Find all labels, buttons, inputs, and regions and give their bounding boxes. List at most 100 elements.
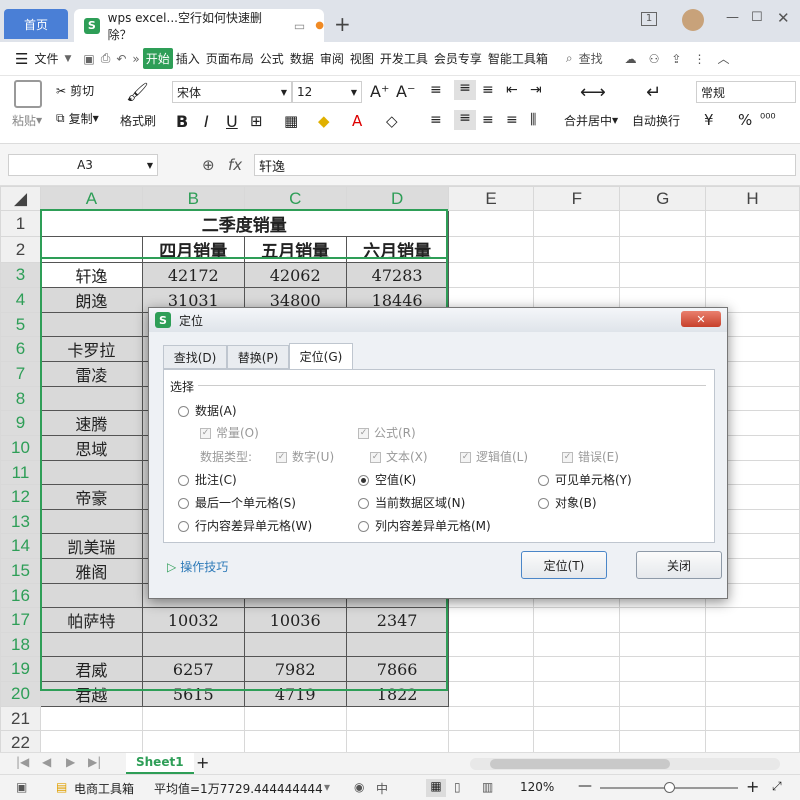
indent-icon[interactable]: ⇥ (530, 82, 542, 98)
row-header[interactable]: 2 (0, 236, 41, 263)
copy-button[interactable]: ⧉ 复制 ▼ (56, 110, 99, 127)
bold-icon[interactable]: B (176, 112, 188, 131)
input-method-icon[interactable]: 中 (376, 780, 388, 797)
undo-icon[interactable]: ↶ (113, 52, 129, 66)
eye-icon[interactable]: ◉ (354, 780, 364, 794)
font-color-icon[interactable]: A (352, 112, 362, 130)
sheet-tab-sheet1[interactable]: Sheet1 (126, 753, 194, 774)
check-formula[interactable]: ✓ 公式(R) (358, 424, 416, 441)
row-header[interactable]: 13 (0, 509, 41, 534)
zoom-icon[interactable]: ⊕ (202, 156, 215, 174)
name-cell[interactable] (39, 509, 143, 534)
name-cell[interactable] (39, 583, 143, 608)
menu-smart-tools[interactable]: 智能工具箱 (485, 50, 551, 67)
row-header[interactable]: 11 (0, 460, 41, 485)
align-center-icon[interactable]: ≡ (454, 110, 476, 130)
row-header[interactable]: 12 (0, 484, 41, 510)
name-cell[interactable] (39, 460, 143, 485)
value-cell[interactable]: 6257 (141, 656, 245, 682)
collapse-ribbon-icon[interactable]: ︿ (714, 50, 732, 67)
tab-replace[interactable]: 替换(P) (227, 345, 289, 369)
option-row-diff[interactable]: 行内容差异单元格(W) (178, 517, 312, 534)
cell[interactable] (39, 706, 143, 731)
option-comment[interactable]: 批注(C) (178, 471, 237, 488)
row-header[interactable]: 3 (0, 262, 41, 288)
goto-button[interactable]: 定位(T) (521, 551, 607, 579)
row-header[interactable]: 10 (0, 435, 41, 461)
cell[interactable] (447, 607, 535, 633)
header-cell[interactable]: 五月销量 (243, 236, 347, 263)
name-cell[interactable]: 卡罗拉 (39, 336, 143, 362)
header-cell[interactable]: 六月销量 (345, 236, 449, 263)
cell[interactable] (533, 262, 621, 288)
increase-font-icon[interactable]: A⁺ (370, 82, 389, 101)
cell[interactable] (705, 681, 800, 707)
header-cell[interactable]: 四月销量 (141, 236, 245, 263)
next-sheet-icon[interactable]: ▶ (66, 755, 75, 769)
column-header[interactable]: C (243, 186, 347, 211)
menu-dev-tools[interactable]: 开发工具 (377, 50, 431, 67)
more-icon[interactable]: » (129, 52, 142, 66)
name-cell[interactable]: 凯美瑞 (39, 533, 143, 559)
align-bottom-icon[interactable]: ≡ (482, 82, 494, 98)
row-header[interactable]: 9 (0, 410, 41, 436)
value-cell[interactable]: 5615 (141, 681, 245, 707)
window-number-icon[interactable]: 1 (641, 12, 657, 26)
name-cell[interactable] (39, 312, 143, 337)
menu-start[interactable]: 开始 (142, 48, 173, 69)
italic-icon[interactable]: I (204, 112, 209, 131)
percent-button[interactable]: % (738, 111, 752, 129)
fullscreen-icon[interactable]: ⤢ (772, 779, 782, 794)
cell[interactable] (243, 706, 347, 731)
macro-icon[interactable]: ▣ (16, 780, 27, 794)
cell[interactable] (619, 607, 707, 633)
option-blank[interactable]: 空值(K) (358, 471, 416, 488)
save-icon[interactable]: ▣ (80, 52, 97, 66)
wrap-text-icon[interactable]: ↵ (646, 82, 661, 103)
name-cell[interactable]: 君威 (39, 656, 143, 682)
minimize-icon[interactable]: — (726, 10, 739, 25)
cell[interactable] (705, 210, 800, 237)
option-current-region[interactable]: 当前数据区域(N) (358, 494, 465, 511)
cell[interactable] (705, 656, 800, 682)
row-header[interactable]: 17 (0, 607, 41, 633)
name-cell[interactable]: 君越 (39, 681, 143, 707)
menu-formula[interactable]: 公式 (257, 50, 287, 67)
dialog-title-bar[interactable]: S 定位 ✕ (149, 308, 727, 332)
cell[interactable] (447, 632, 535, 657)
cell[interactable] (619, 632, 707, 657)
row-header[interactable]: 22 (0, 730, 41, 752)
format-painter-button[interactable]: 格式刷 (120, 112, 156, 129)
value-cell[interactable]: 2347 (345, 607, 449, 633)
align-middle-icon[interactable]: ≡ (454, 80, 476, 100)
tab-find[interactable]: 查找(D) (163, 345, 227, 369)
name-cell[interactable]: 帕萨特 (39, 607, 143, 633)
cell[interactable] (141, 706, 245, 731)
merge-center-icon[interactable]: ⟷ (580, 82, 606, 103)
zoom-slider-thumb[interactable] (664, 782, 675, 793)
column-header[interactable]: E (447, 186, 535, 211)
cell[interactable] (619, 236, 707, 263)
maximize-icon[interactable]: ☐ (751, 10, 763, 25)
name-cell[interactable] (39, 632, 143, 657)
row-header[interactable]: 5 (0, 312, 41, 337)
zoom-level[interactable]: 120% (520, 780, 554, 794)
font-name-select[interactable]: 宋体 ▼ (172, 81, 292, 103)
row-header[interactable]: 1 (0, 210, 41, 237)
value-cell[interactable]: 42062 (243, 262, 347, 288)
name-cell[interactable]: 思域 (39, 435, 143, 461)
cell[interactable] (705, 706, 800, 731)
cell[interactable] (619, 706, 707, 731)
row-header[interactable]: 21 (0, 706, 41, 731)
column-header[interactable]: G (619, 186, 707, 211)
name-cell[interactable]: 雷凌 (39, 361, 143, 387)
average-value[interactable]: 平均值=1万7729.444444444 (154, 780, 323, 797)
cut-button[interactable]: ✂ 剪切 (56, 82, 94, 99)
menu-data[interactable]: 数据 (287, 50, 317, 67)
cell[interactable] (447, 210, 535, 237)
print-icon[interactable]: ⎙ (98, 51, 114, 66)
column-header[interactable]: F (533, 186, 621, 211)
name-cell[interactable] (39, 386, 143, 411)
cell[interactable] (39, 730, 143, 752)
wrap-text-button[interactable]: 自动换行 (632, 112, 680, 129)
